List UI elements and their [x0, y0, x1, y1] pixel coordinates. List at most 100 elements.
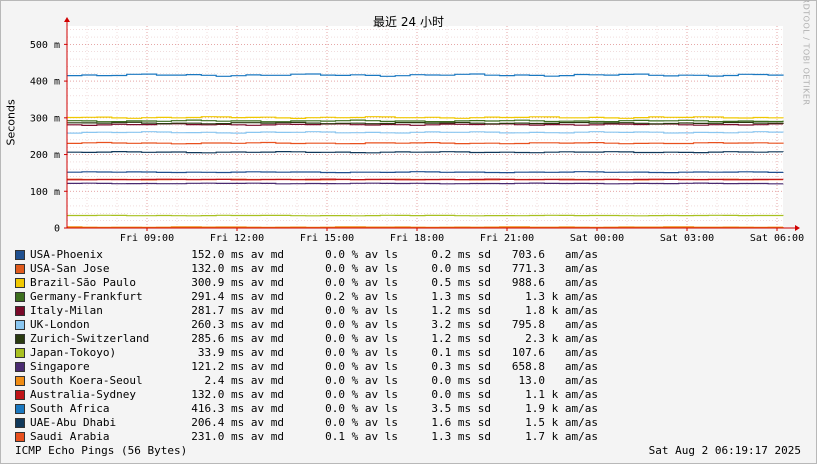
- legend-swatch: [15, 264, 25, 274]
- legend-swatch: [15, 334, 25, 344]
- legend-avg: 281.7 ms av md: [191, 304, 284, 317]
- legend-sd: 1.3 ms sd: [431, 430, 491, 443]
- legend-loss: 0.2 % av ls: [325, 290, 398, 303]
- legend-ams: 1.1 k am/as: [525, 388, 598, 401]
- legend-sd: 0.1 ms sd: [431, 346, 491, 359]
- legend-avg: 132.0 ms av md: [191, 388, 284, 401]
- legend-sd: 0.3 ms sd: [431, 360, 491, 373]
- legend-loss: 0.0 % av ls: [325, 360, 398, 373]
- legend-ams: 13.0 am/as: [518, 374, 598, 387]
- x-tick-label: Sat 00:00: [570, 233, 624, 244]
- legend-sd: 0.5 ms sd: [431, 276, 491, 289]
- legend-ams: 988.6 am/as: [511, 276, 598, 289]
- x-tick-label: Fri 18:00: [390, 233, 444, 244]
- series-line: [67, 214, 784, 217]
- legend-loss: 0.0 % av ls: [325, 346, 398, 359]
- legend-avg: 291.4 ms av md: [191, 290, 284, 303]
- legend-swatch: [15, 292, 25, 302]
- legend-series-name: Italy-Milan: [30, 304, 103, 317]
- legend-loss: 0.0 % av ls: [325, 416, 398, 429]
- x-tick-label: Sat 03:00: [660, 233, 714, 244]
- legend-swatch: [15, 278, 25, 288]
- legend-avg: 285.6 ms av md: [191, 332, 284, 345]
- legend-ams: 1.3 k am/as: [525, 290, 598, 303]
- x-tick-label: Fri 15:00: [300, 233, 354, 244]
- y-tick-label: 500 m: [30, 40, 60, 51]
- legend-loss: 0.0 % av ls: [325, 304, 398, 317]
- legend-ams: 771.3 am/as: [511, 262, 598, 275]
- legend-avg: 260.3 ms av md: [191, 318, 284, 331]
- legend-series-name: Brazil-São Paulo: [30, 276, 136, 289]
- legend-swatch: [15, 390, 25, 400]
- y-tick-label: 100 m: [30, 187, 60, 198]
- legend-ams: 1.7 k am/as: [525, 430, 598, 443]
- legend-series-name: UAE-Abu Dhabi: [30, 416, 117, 429]
- series-line: [67, 182, 784, 185]
- footer-timestamp: Sat Aug 2 06:19:17 2025: [648, 444, 801, 457]
- legend-sd: 1.2 ms sd: [431, 304, 491, 317]
- y-axis-label: Seconds: [4, 99, 18, 146]
- x-tick-label: Fri 12:00: [210, 233, 264, 244]
- legend-swatch: [15, 348, 25, 358]
- chart-title: 最近 24 小时: [373, 15, 444, 29]
- y-tick-label: 0: [54, 224, 60, 235]
- legend-sd: 0.0 ms sd: [431, 262, 491, 275]
- legend-swatch: [15, 250, 25, 260]
- legend-loss: 0.0 % av ls: [325, 388, 398, 401]
- legend-loss: 0.0 % av ls: [325, 276, 398, 289]
- legend-swatch: [15, 376, 25, 386]
- footer-description: ICMP Echo Pings (56 Bytes): [15, 444, 188, 457]
- legend-swatch: [15, 418, 25, 428]
- legend-avg: 300.9 ms av md: [191, 276, 284, 289]
- legend-swatch: [15, 404, 25, 414]
- legend-avg: 206.4 ms av md: [191, 416, 284, 429]
- legend-sd: 3.2 ms sd: [431, 318, 491, 331]
- legend-ams: 1.9 k am/as: [525, 402, 598, 415]
- legend-series-name: Saudi Arabia: [30, 430, 110, 443]
- legend-sd: 0.0 ms sd: [431, 374, 491, 387]
- legend-series-name: Australia-Sydney: [30, 388, 136, 401]
- legend-series-name: UK-London: [30, 318, 90, 331]
- legend-sd: 1.2 ms sd: [431, 332, 491, 345]
- series-line: [67, 226, 784, 228]
- y-tick-label: 200 m: [30, 150, 60, 161]
- legend-swatch: [15, 362, 25, 372]
- legend-series-name: South Koera-Seoul: [30, 374, 143, 387]
- legend-sd: 0.0 ms sd: [431, 388, 491, 401]
- legend-sd: 0.2 ms sd: [431, 248, 491, 261]
- legend-series-name: Germany-Frankfurt: [30, 290, 143, 303]
- legend-series-name: Singapore: [30, 360, 90, 373]
- legend-avg: 121.2 ms av md: [191, 360, 284, 373]
- series-line: [67, 178, 784, 181]
- legend-sd: 1.6 ms sd: [431, 416, 491, 429]
- legend-avg: 2.4 ms av md: [204, 374, 284, 387]
- legend-avg: 231.0 ms av md: [191, 430, 284, 443]
- watermark: RRDTOOL / TOBI OETIKER: [801, 0, 811, 106]
- legend-swatch: [15, 432, 25, 442]
- legend-avg: 132.0 ms av md: [191, 262, 284, 275]
- x-tick-label: Fri 09:00: [120, 233, 174, 244]
- legend-loss: 0.0 % av ls: [325, 318, 398, 331]
- legend-series-name: Japan-Tokoyo): [30, 346, 117, 359]
- legend-series-name: Zurich-Switzerland: [30, 332, 150, 345]
- legend-swatch: [15, 320, 25, 330]
- x-tick-label: Sat 06:00: [750, 233, 804, 244]
- legend-loss: 0.0 % av ls: [325, 374, 398, 387]
- legend-sd: 1.3 ms sd: [431, 290, 491, 303]
- legend-ams: 1.5 k am/as: [525, 416, 598, 429]
- y-tick-label: 300 m: [30, 113, 60, 124]
- legend-loss: 0.0 % av ls: [325, 332, 398, 345]
- legend-loss: 0.0 % av ls: [325, 248, 398, 261]
- legend-ams: 1.8 k am/as: [525, 304, 598, 317]
- legend-ams: 703.6 am/as: [511, 248, 598, 261]
- x-tick-label: Fri 21:00: [480, 233, 534, 244]
- y-tick-label: 400 m: [30, 77, 60, 88]
- legend-series-name: South Africa: [30, 402, 110, 415]
- legend-sd: 3.5 ms sd: [431, 402, 491, 415]
- x-axis-arrow: [795, 225, 800, 231]
- legend-loss: 0.0 % av ls: [325, 262, 398, 275]
- plot-area: [67, 26, 783, 228]
- legend-ams: 658.8 am/as: [511, 360, 598, 373]
- legend-loss: 0.0 % av ls: [325, 402, 398, 415]
- legend-ams: 107.6 am/as: [511, 346, 598, 359]
